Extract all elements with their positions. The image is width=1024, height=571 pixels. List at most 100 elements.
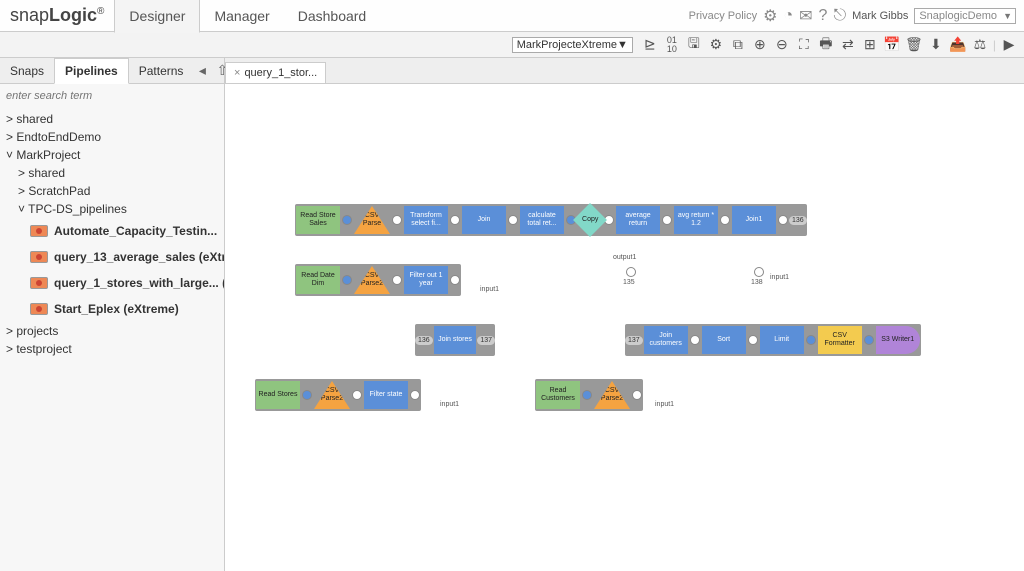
snap-join[interactable]: Join (462, 206, 506, 234)
output-port[interactable] (302, 390, 312, 400)
output-port[interactable] (450, 215, 460, 225)
tree-pipeline-start[interactable]: Start_Eplex (eXtreme) (0, 296, 224, 322)
settings-icon[interactable]: ⚙ (707, 36, 725, 54)
copy-icon[interactable]: ⧉ (729, 36, 747, 54)
output-port[interactable] (450, 275, 460, 285)
snap-read-store-sales[interactable]: Read Store Sales (296, 206, 340, 234)
output-port[interactable] (410, 390, 420, 400)
tree-endtoend[interactable]: > EndtoEndDemo (0, 128, 224, 146)
output-port[interactable] (392, 275, 402, 285)
canvas-tab-query1[interactable]: × query_1_stor... (225, 62, 326, 84)
sidebar-tab-snaps[interactable]: Snaps (0, 59, 54, 83)
output-port[interactable] (352, 390, 362, 400)
snap-limit[interactable]: Limit (760, 326, 804, 354)
tree-tpc[interactable]: ˅ TPC-DS_pipelines (0, 200, 224, 218)
output-port[interactable] (508, 215, 518, 225)
snap-join-customers[interactable]: Join customers (644, 326, 688, 354)
tree-mp-shared[interactable]: > shared (0, 164, 224, 182)
org-selector[interactable]: SnaplogicDemo (914, 8, 1016, 24)
snap-average[interactable]: average return (616, 206, 660, 234)
tree-pipeline-automate[interactable]: Automate_Capacity_Testin... (0, 218, 224, 244)
output-port[interactable] (806, 335, 816, 345)
help-icon[interactable]: ? (819, 7, 828, 25)
zoom-out-icon[interactable]: ⊖ (773, 36, 791, 54)
save-icon[interactable]: 🖫 (685, 36, 703, 54)
snap-avg12[interactable]: avg return * 1.2 (674, 206, 718, 234)
pipeline-row-4[interactable]: Read Stores CSV Parse2 Filter state inpu… (255, 379, 421, 411)
tree-markproject[interactable]: ˅ MarkProject (0, 146, 224, 164)
output-port[interactable] (632, 390, 642, 400)
design-canvas[interactable]: Read Store Sales CSV Parse Transform sel… (225, 84, 1024, 571)
collapse-icon[interactable]: ◂ (193, 62, 211, 80)
binary-icon[interactable]: 0110 (663, 36, 681, 54)
play-icon[interactable]: ▶ (1000, 36, 1018, 54)
nav-designer[interactable]: Designer (114, 0, 200, 33)
tree-projects[interactable]: > projects (0, 322, 224, 340)
pipeline-row-2[interactable]: Read Date Dim CSV Parse2 Filter out 1 ye… (295, 264, 461, 296)
tree-pipeline-q1[interactable]: query_1_stores_with_large... (eXtreme) (0, 270, 224, 296)
add-icon[interactable]: ⊞ (861, 36, 879, 54)
output-port[interactable] (662, 215, 672, 225)
mail-icon[interactable]: ✉ (799, 6, 812, 26)
snap-csv-parse2[interactable]: CSV Parse2 (354, 266, 390, 294)
snap-read-stores[interactable]: Read Stores (256, 381, 300, 409)
output-port[interactable] (392, 215, 402, 225)
pipeline-row-1[interactable]: Read Store Sales CSV Parse Transform sel… (295, 204, 807, 236)
snap-copy[interactable]: Copy (573, 203, 607, 237)
clock-icon[interactable]: ◔ (783, 7, 793, 25)
snap-csv-formatter[interactable]: CSV Formatter (818, 326, 862, 354)
fit-icon[interactable]: ⛶ (795, 36, 813, 54)
sidebar-tab-pipelines[interactable]: Pipelines (54, 58, 129, 84)
output-port[interactable] (690, 335, 700, 345)
badge-135: 135 (623, 279, 635, 286)
tree-testproject[interactable]: > testproject (0, 340, 224, 358)
snap-csv-parse2b[interactable]: CSV Parse2 (314, 381, 350, 409)
snap-filter-year[interactable]: Filter out 1 year (404, 266, 448, 294)
snap-filter-state[interactable]: Filter state (364, 381, 408, 409)
snap-read-date[interactable]: Read Date Dim (296, 266, 340, 294)
print-icon[interactable]: 🖶 (817, 36, 835, 54)
snap-join1[interactable]: Join1 (732, 206, 776, 234)
snap-sort[interactable]: Sort (702, 326, 746, 354)
close-tab-icon[interactable]: × (234, 67, 240, 79)
snap-read-customers[interactable]: Read Customers (536, 381, 580, 409)
snap-join-stores[interactable]: Join stores (434, 326, 477, 354)
swap-icon[interactable]: ⇄ (839, 36, 857, 54)
pipeline-row-3[interactable]: 136 Join stores 137 (415, 324, 495, 356)
output-port[interactable] (720, 215, 730, 225)
mid-port-138[interactable] (754, 267, 764, 277)
compare-icon[interactable]: ⚖ (971, 36, 989, 54)
mid-port-135[interactable] (626, 267, 636, 277)
tree-scratchpad[interactable]: > ScratchPad (0, 182, 224, 200)
gear-icon[interactable]: ⚙ (763, 6, 777, 26)
project-selector[interactable]: MarkProjecteXtreme▼ (512, 37, 633, 53)
download-icon[interactable]: ⬇ (927, 36, 945, 54)
snap-transform[interactable]: Transform select fi... (404, 206, 448, 234)
sidebar-tab-patterns[interactable]: Patterns (129, 59, 194, 83)
calendar-icon[interactable]: 📅 (883, 36, 901, 54)
output-port[interactable] (582, 390, 592, 400)
privacy-link[interactable]: Privacy Policy (689, 10, 757, 22)
tree-shared[interactable]: > shared (0, 110, 224, 128)
snap-csv-parse[interactable]: CSV Parse (354, 206, 390, 234)
snap-s3-writer[interactable]: S3 Writer1 (876, 326, 920, 354)
pipeline-row-5[interactable]: 137 Join customers Sort Limit CSV Format… (625, 324, 921, 356)
nav-manager[interactable]: Manager (200, 0, 283, 32)
pipeline-row-6[interactable]: Read Customers CSV Parse2 input1 (535, 379, 643, 411)
snap-calculate[interactable]: calculate total ret... (520, 206, 564, 234)
logout-icon[interactable]: ⎋ (833, 7, 846, 25)
output-port[interactable] (864, 335, 874, 345)
output-port[interactable] (342, 215, 352, 225)
output-port[interactable] (342, 275, 352, 285)
nav-dashboard[interactable]: Dashboard (284, 0, 381, 32)
execute-icon[interactable]: ⊵ (641, 36, 659, 54)
snap-csv-parse2c[interactable]: CSV Parse2 (594, 381, 630, 409)
output-port[interactable] (778, 215, 788, 225)
output-port[interactable] (748, 335, 758, 345)
zoom-in-icon[interactable]: ⊕ (751, 36, 769, 54)
trash-icon[interactable]: 🗑 (905, 36, 923, 54)
tree-pipeline-q13[interactable]: query_13_average_sales (eXtreme) (0, 244, 224, 270)
export-icon[interactable]: 📤 (949, 36, 967, 54)
label-input1: input1 (480, 286, 499, 293)
search-input[interactable] (4, 88, 220, 104)
